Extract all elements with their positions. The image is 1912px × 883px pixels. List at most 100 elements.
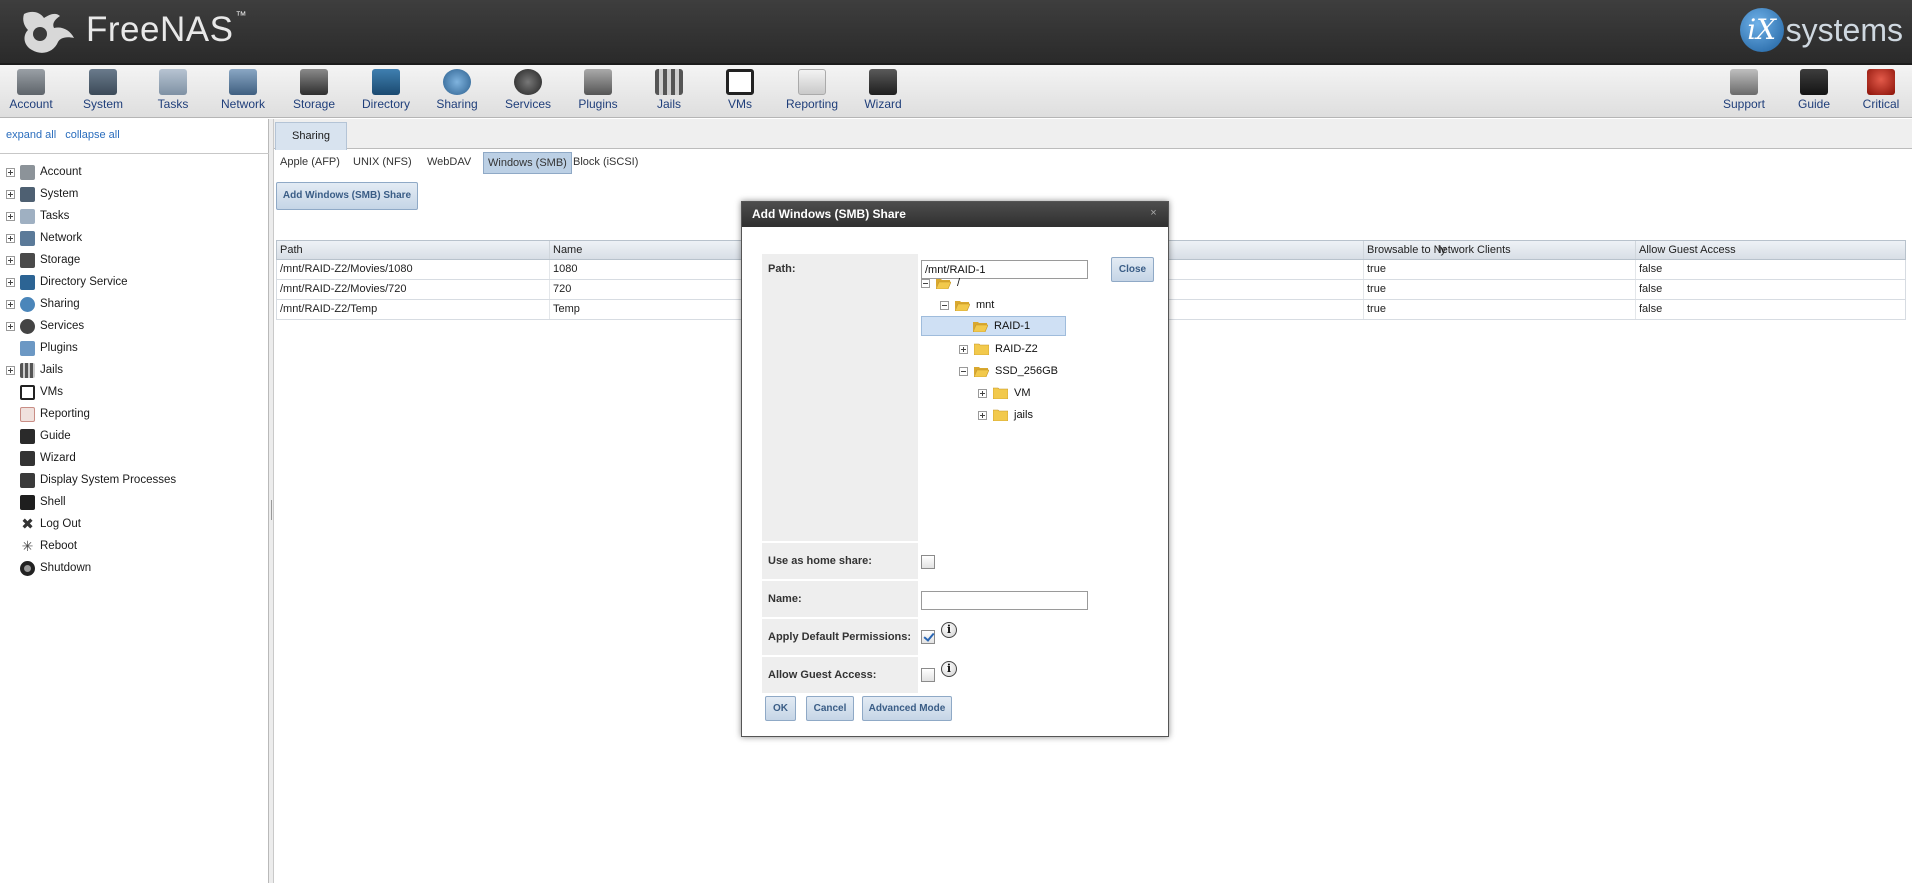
ix-logo-icon: iX bbox=[1739, 8, 1784, 52]
toolbar-plugins-button[interactable]: Plugins bbox=[567, 69, 629, 115]
expand-icon[interactable] bbox=[6, 365, 15, 375]
guide-icon bbox=[1800, 69, 1828, 95]
expand-all-link[interactable]: expand all bbox=[6, 129, 56, 141]
name-input[interactable] bbox=[921, 591, 1088, 610]
wizard-icon bbox=[869, 69, 897, 95]
subtab-block-iscsi[interactable]: Block (iSCSI) bbox=[569, 152, 642, 174]
ixsystems-logo: iX systems bbox=[1739, 8, 1903, 52]
tree-node-root[interactable]: / bbox=[921, 273, 1067, 293]
sidebar-item-jails[interactable]: Jails bbox=[0, 359, 268, 381]
expand-icon[interactable] bbox=[6, 211, 15, 221]
close-browser-button[interactable]: Close bbox=[1111, 257, 1154, 282]
cancel-button[interactable]: Cancel bbox=[806, 696, 854, 721]
sidebar-item-system[interactable]: System bbox=[0, 183, 268, 205]
toolbar-critical-alert-button[interactable]: Critical bbox=[1851, 69, 1911, 115]
tree-node-mnt[interactable]: mnt bbox=[940, 295, 1067, 315]
column-header-guest-access[interactable]: Allow Guest Access bbox=[1635, 241, 1906, 259]
toolbar-storage-button[interactable]: Storage bbox=[283, 69, 345, 115]
toolbar-vms-button[interactable]: VMs bbox=[709, 69, 771, 115]
account-icon bbox=[20, 164, 35, 180]
cell-path: /mnt/RAID-Z2/Temp bbox=[280, 303, 378, 315]
tree-node-jails[interactable]: jails bbox=[978, 405, 1068, 425]
advanced-mode-button[interactable]: Advanced Mode bbox=[862, 696, 952, 721]
home-share-label: Use as home share: bbox=[762, 543, 918, 579]
expand-icon[interactable] bbox=[6, 233, 15, 243]
dialog-title: Add Windows (SMB) Share bbox=[742, 202, 1168, 227]
cell-browsable: true bbox=[1363, 280, 1635, 299]
expand-icon[interactable] bbox=[6, 167, 15, 177]
directory-icon bbox=[372, 69, 400, 95]
sidebar-item-display-system-processes[interactable]: Display System Processes bbox=[0, 469, 268, 491]
sidebar-item-shutdown[interactable]: Shutdown bbox=[0, 557, 268, 579]
toolbar-services-button[interactable]: Services bbox=[497, 69, 559, 115]
sidebar-item-account[interactable]: Account bbox=[0, 161, 268, 183]
cell-guest-access: false bbox=[1635, 300, 1906, 319]
toolbar-system-button[interactable]: System bbox=[72, 69, 134, 115]
expand-icon[interactable] bbox=[6, 277, 15, 287]
add-smb-share-button[interactable]: Add Windows (SMB) Share bbox=[276, 182, 418, 210]
dialog-close-icon[interactable]: × bbox=[1148, 208, 1159, 219]
directory-icon bbox=[20, 274, 35, 290]
cell-guest-access: false bbox=[1635, 260, 1906, 279]
column-header-path[interactable]: Path bbox=[277, 241, 549, 259]
subtab-windows-smb[interactable]: Windows (SMB) bbox=[483, 152, 572, 174]
info-icon[interactable]: i bbox=[941, 622, 957, 638]
home-share-checkbox[interactable] bbox=[921, 555, 935, 569]
toolbar-sharing-button[interactable]: Sharing bbox=[426, 69, 488, 115]
column-header-browsable[interactable]: Browsable to Network Clients bbox=[1363, 241, 1635, 259]
sharing-subtabs: Apple (AFP) UNIX (NFS) WebDAV Windows (S… bbox=[274, 150, 1912, 174]
toolbar-network-button[interactable]: Network bbox=[212, 69, 274, 115]
tree-node-raid-z2[interactable]: RAID-Z2 bbox=[959, 339, 1069, 359]
tab-sharing[interactable]: Sharing bbox=[275, 122, 347, 150]
sidebar-item-vms[interactable]: VMs bbox=[0, 381, 268, 403]
sidebar-item-network[interactable]: Network bbox=[0, 227, 268, 249]
toolbar-jails-button[interactable]: Jails bbox=[638, 69, 700, 115]
sidebar-item-sharing[interactable]: Sharing bbox=[0, 293, 268, 315]
subtab-unix-nfs[interactable]: UNIX (NFS) bbox=[349, 152, 416, 174]
default-permissions-checkbox[interactable] bbox=[921, 630, 935, 644]
expand-icon[interactable] bbox=[6, 299, 15, 309]
tree-node-ssd-256gb[interactable]: SSD_256GB bbox=[959, 361, 1069, 381]
collapse-icon[interactable] bbox=[921, 278, 930, 288]
sidebar-item-services[interactable]: Services bbox=[0, 315, 268, 337]
toolbar-account-button[interactable]: Account bbox=[0, 69, 62, 115]
splitter-grip[interactable] bbox=[271, 500, 272, 520]
expand-icon[interactable] bbox=[959, 344, 968, 354]
sidebar-item-tasks[interactable]: Tasks bbox=[0, 205, 268, 227]
sidebar-item-plugins[interactable]: Plugins bbox=[0, 337, 268, 359]
navigation-tree: Account System Tasks Network Storage Dir… bbox=[0, 153, 269, 883]
sidebar-item-directory-service[interactable]: Directory Service bbox=[0, 271, 268, 293]
tree-node-vm[interactable]: VM bbox=[978, 383, 1068, 403]
toolbar-directory-button[interactable]: Directory bbox=[355, 69, 417, 115]
default-permissions-label: Apply Default Permissions: bbox=[762, 619, 918, 655]
tree-node-raid-1[interactable]: RAID-1 bbox=[921, 316, 1066, 336]
expand-icon[interactable] bbox=[978, 388, 987, 398]
sidebar-item-reboot[interactable]: ✳ Reboot bbox=[0, 535, 268, 557]
sidebar-item-guide[interactable]: Guide bbox=[0, 425, 268, 447]
expand-icon[interactable] bbox=[6, 255, 15, 265]
collapse-all-link[interactable]: collapse all bbox=[65, 129, 119, 141]
sidebar-item-wizard[interactable]: Wizard bbox=[0, 447, 268, 469]
toolbar-tasks-button[interactable]: Tasks bbox=[142, 69, 204, 115]
subtab-apple-afp[interactable]: Apple (AFP) bbox=[276, 152, 344, 174]
expand-icon[interactable] bbox=[6, 189, 15, 199]
sidebar-item-shell[interactable]: Shell bbox=[0, 491, 268, 513]
expand-icon[interactable] bbox=[6, 321, 15, 331]
sidebar-item-reporting[interactable]: Reporting bbox=[0, 403, 268, 425]
info-icon[interactable]: i bbox=[941, 661, 957, 677]
collapse-icon[interactable] bbox=[959, 366, 968, 376]
sidebar-item-log-out[interactable]: ✖ Log Out bbox=[0, 513, 268, 535]
expand-icon[interactable] bbox=[978, 410, 987, 420]
ok-button[interactable]: OK bbox=[765, 696, 796, 721]
shutdown-icon bbox=[20, 560, 35, 576]
toolbar-support-button[interactable]: Support bbox=[1713, 69, 1775, 115]
open-folder-icon bbox=[955, 301, 970, 311]
sidebar-item-storage[interactable]: Storage bbox=[0, 249, 268, 271]
guest-access-checkbox[interactable] bbox=[921, 668, 935, 682]
toolbar-reporting-button[interactable]: Reporting bbox=[780, 69, 844, 115]
toolbar-wizard-button[interactable]: Wizard bbox=[852, 69, 914, 115]
subtab-webdav[interactable]: WebDAV bbox=[423, 152, 475, 174]
add-smb-share-dialog: Add Windows (SMB) Share × Path: Close / … bbox=[741, 201, 1169, 737]
collapse-icon[interactable] bbox=[940, 300, 949, 310]
toolbar-guide-button[interactable]: Guide bbox=[1783, 69, 1845, 115]
